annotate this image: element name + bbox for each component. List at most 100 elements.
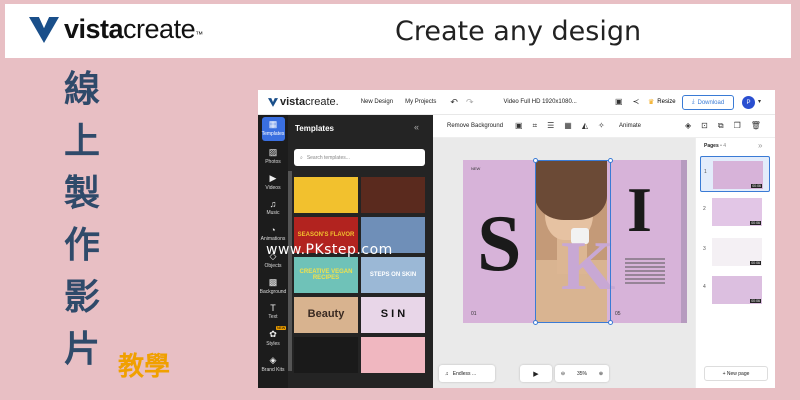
share-icon[interactable]: ≺ bbox=[633, 97, 640, 106]
crop-frame-icon[interactable]: ▣ bbox=[515, 121, 523, 131]
brand-kits-icon: ◈ bbox=[269, 355, 277, 365]
next-page-edge bbox=[681, 160, 687, 323]
title-char: 線 bbox=[63, 69, 100, 110]
top-banner: vistacreate ™ Create any design bbox=[5, 4, 791, 58]
templates-panel-title: Templates bbox=[295, 124, 334, 133]
chevron-down-icon[interactable]: ▾ bbox=[758, 98, 761, 105]
rail-item-photos[interactable]: ▨ Photos bbox=[258, 147, 288, 165]
comment-icon[interactable]: ▣ bbox=[615, 97, 623, 106]
background-icon: ▩ bbox=[268, 277, 278, 287]
letter-s[interactable]: S bbox=[477, 204, 522, 284]
resize-handle[interactable] bbox=[608, 158, 613, 163]
new-design-button[interactable]: New Design bbox=[361, 99, 393, 105]
rail-label: Background bbox=[259, 289, 287, 295]
my-projects-button[interactable]: My Projects bbox=[405, 99, 436, 105]
template-thumb[interactable]: S I N bbox=[361, 297, 425, 333]
template-thumb[interactable]: CREATIVE VEGAN RECIPES bbox=[294, 257, 358, 293]
undo-icon[interactable]: ↶ bbox=[450, 97, 458, 108]
play-button[interactable]: ▶ bbox=[520, 365, 552, 382]
template-thumb[interactable] bbox=[294, 177, 358, 213]
flip-icon[interactable]: ◭ bbox=[582, 121, 588, 131]
photos-icon: ▨ bbox=[268, 147, 278, 157]
text-icon: T bbox=[270, 303, 276, 313]
vistacreate-logo-icon bbox=[29, 16, 59, 43]
templates-icon: ▦ bbox=[268, 119, 278, 129]
page-left-number: 01 bbox=[471, 311, 477, 317]
page-thumb-2[interactable]: 2 00:06 bbox=[700, 194, 770, 230]
page-duration: 00:06 bbox=[750, 299, 761, 303]
new-page-button[interactable]: + New page bbox=[704, 366, 768, 381]
page-number: 1 bbox=[704, 169, 707, 175]
selection-box[interactable] bbox=[533, 158, 613, 325]
search-input[interactable]: ⌕ Search templates... bbox=[294, 149, 425, 166]
music-track-button[interactable]: ♫ Endless ... bbox=[439, 365, 495, 382]
crop-icon[interactable]: ⌗ bbox=[533, 121, 538, 131]
logo-text: vistacreate bbox=[64, 14, 196, 44]
page-thumb-1[interactable]: 1 00:06 bbox=[700, 156, 770, 192]
search-placeholder: Search templates... bbox=[306, 154, 350, 161]
download-button[interactable]: ⤓ Download bbox=[682, 95, 734, 110]
rail-item-brand-kits[interactable]: ◈ Brand Kits bbox=[258, 355, 288, 373]
resize-button[interactable]: ♛ Resize bbox=[648, 98, 676, 106]
letter-i[interactable]: I bbox=[627, 178, 652, 242]
tutorial-tag: 教學 bbox=[118, 352, 171, 382]
page-preview: 00:06 bbox=[713, 161, 763, 189]
music-track-label: Endless ... bbox=[452, 370, 477, 377]
title-char: 作 bbox=[63, 225, 100, 266]
rail-item-templates[interactable]: ▦ Templates bbox=[258, 117, 288, 141]
title-char: 製 bbox=[63, 173, 100, 214]
rail-item-background[interactable]: ▩ Background bbox=[258, 277, 288, 295]
animations-icon: ◔ bbox=[270, 225, 276, 235]
page-duration: 00:06 bbox=[750, 221, 761, 225]
resize-label: Resize bbox=[657, 99, 676, 105]
rail-item-text[interactable]: T Text bbox=[258, 303, 288, 320]
resize-handle[interactable] bbox=[608, 320, 613, 325]
music-icon: ♫ bbox=[269, 199, 277, 209]
page-thumb-3[interactable]: 3 00:06 bbox=[700, 234, 770, 270]
effects-icon[interactable]: ✧ bbox=[598, 121, 605, 131]
trash-icon[interactable]: 🗑 bbox=[751, 121, 761, 131]
panel-scrollbar[interactable] bbox=[288, 171, 292, 371]
rail-label: Objects bbox=[264, 263, 282, 269]
adjust-icon[interactable]: ☰ bbox=[547, 121, 554, 131]
rail-item-videos[interactable]: ▶ Videos bbox=[258, 173, 288, 191]
editor-logo[interactable]: vista create. bbox=[268, 96, 339, 108]
rail-item-music[interactable]: ♫ Music bbox=[258, 199, 288, 216]
template-thumb[interactable] bbox=[361, 337, 425, 373]
expand-pages-icon[interactable]: » bbox=[758, 141, 762, 150]
rail-item-animations[interactable]: ◔ Animations bbox=[258, 225, 288, 242]
crown-icon: ♛ bbox=[648, 99, 655, 106]
logo-trademark: ™ bbox=[195, 30, 204, 39]
avatar[interactable]: P bbox=[742, 96, 755, 109]
canvas-area[interactable]: NEW S K I 01 05 bbox=[433, 138, 695, 388]
rail-label: Styles bbox=[266, 341, 280, 347]
remove-background-button[interactable]: Remove Background bbox=[447, 123, 503, 129]
duplicate-icon[interactable]: ❐ bbox=[734, 121, 741, 131]
resize-handle[interactable] bbox=[533, 320, 538, 325]
pages-title: Pages • 4 bbox=[704, 143, 727, 149]
template-thumb[interactable]: Beauty bbox=[294, 297, 358, 333]
page-thumb-4[interactable]: 4 00:06 bbox=[700, 272, 770, 308]
zoom-control: ⊖ 35% ⊕ bbox=[555, 365, 609, 382]
file-name[interactable]: Video Full HD 1920x1080... bbox=[504, 99, 577, 105]
collapse-panel-icon[interactable]: « bbox=[414, 122, 419, 132]
rail-label: Text bbox=[268, 314, 278, 320]
group-icon[interactable]: ⧉ bbox=[718, 121, 724, 131]
zoom-out-icon[interactable]: ⊖ bbox=[561, 371, 565, 377]
play-icon: ▶ bbox=[533, 370, 539, 378]
layers-icon[interactable]: ◈ bbox=[685, 121, 691, 131]
resize-handle[interactable] bbox=[533, 158, 538, 163]
page-preview: 00:06 bbox=[712, 238, 762, 266]
context-toolbar: Remove Background ▣ ⌗ ☰ ▦ ◭ ✧ Animate ◈ … bbox=[433, 115, 775, 138]
template-thumb[interactable] bbox=[294, 337, 358, 373]
music-icon: ♫ bbox=[445, 370, 449, 377]
template-thumb[interactable]: STEPS ON SKIN bbox=[361, 257, 425, 293]
lock-icon[interactable]: ⊡ bbox=[701, 121, 708, 131]
template-thumb[interactable] bbox=[361, 177, 425, 213]
animate-button[interactable]: Animate bbox=[619, 123, 641, 129]
redo-icon[interactable]: ↷ bbox=[466, 97, 474, 108]
transparency-icon[interactable]: ▦ bbox=[564, 121, 572, 131]
rail-item-styles[interactable]: NEW ✿ Styles bbox=[258, 326, 288, 347]
zoom-in-icon[interactable]: ⊕ bbox=[599, 371, 603, 377]
body-text-block[interactable] bbox=[625, 258, 665, 286]
